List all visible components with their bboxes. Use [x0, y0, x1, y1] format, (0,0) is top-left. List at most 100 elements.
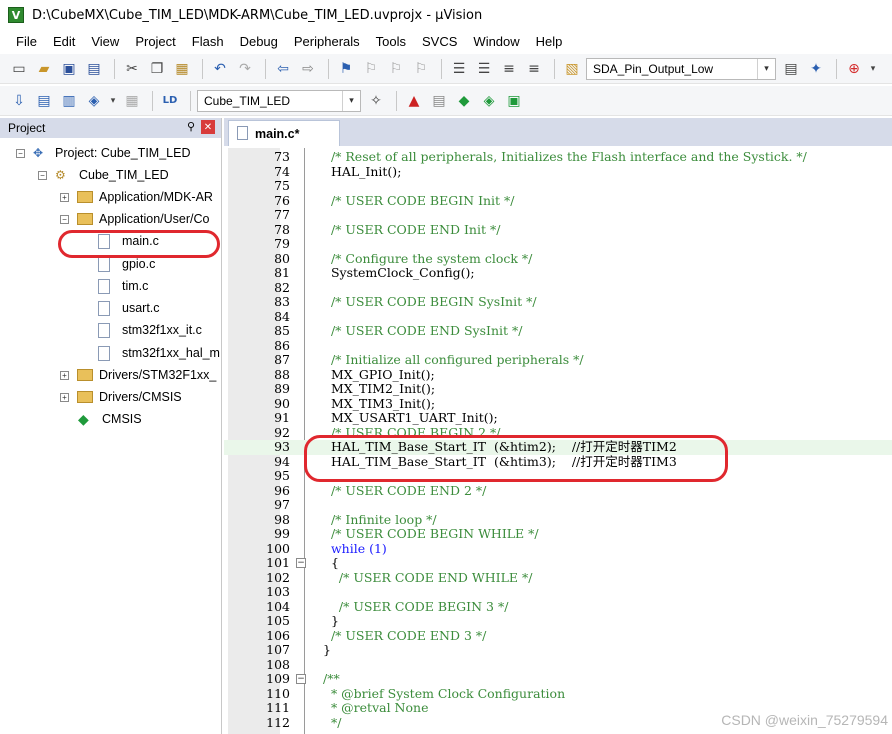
code-line[interactable]: 110 * @brief System Clock Configuration — [224, 686, 892, 702]
manage-project-items-icon[interactable]: ▲ — [403, 90, 425, 112]
code-line[interactable]: 87 /* Initialize all configured peripher… — [224, 352, 892, 368]
dropdown-arrow-icon[interactable]: ▾ — [868, 58, 878, 80]
code-line[interactable]: 77 — [224, 207, 892, 223]
code-line[interactable]: 105 } — [224, 613, 892, 629]
code-line[interactable]: 85 /* USER CODE END SysInit */ — [224, 323, 892, 339]
rebuild-icon[interactable]: ▥ — [58, 90, 80, 112]
new-file-icon[interactable]: ▭ — [8, 58, 30, 80]
debug-session-icon[interactable]: ⊕ — [843, 58, 865, 80]
expand-toggle-icon[interactable]: + — [60, 192, 69, 202]
menu-tools[interactable]: Tools — [368, 34, 414, 49]
navigate-back-icon[interactable]: ⇦ — [272, 58, 294, 80]
tree-item-target[interactable]: − ⚙ Cube_TIM_LED — [38, 164, 169, 186]
menu-debug[interactable]: Debug — [232, 34, 286, 49]
cut-icon[interactable]: ✂ — [121, 58, 143, 80]
clear-bookmarks-icon[interactable]: ⚐ — [410, 58, 432, 80]
code-line[interactable]: 103 — [224, 584, 892, 600]
code-line[interactable]: 73 /* Reset of all peripherals, Initiali… — [224, 149, 892, 165]
collapse-toggle-icon[interactable]: − — [60, 214, 69, 224]
pin-icon[interactable]: ⚲ — [187, 120, 195, 133]
download-icon[interactable]: LD — [159, 90, 181, 112]
code-line[interactable]: 100 while (1) — [224, 541, 892, 557]
unindent-icon[interactable]: ☰ — [473, 58, 495, 80]
menu-view[interactable]: View — [83, 34, 127, 49]
tree-file-stm32f1xx-hal-msp-c[interactable]: stm32f1xx_hal_m — [98, 342, 220, 364]
find-combo[interactable]: SDA_Pin_Output_Low ▾ — [586, 57, 776, 80]
menu-svcs[interactable]: SVCS — [414, 34, 465, 49]
open-folder-icon[interactable]: ▰ — [33, 58, 55, 80]
tree-group-drivers-stm32[interactable]: + Drivers/STM32F1xx_ — [60, 364, 216, 386]
incremental-find-icon[interactable]: ▤ — [780, 58, 802, 80]
comment-icon[interactable]: ≡ — [498, 58, 520, 80]
translate-icon[interactable]: ⇩ — [8, 90, 30, 112]
copy-icon[interactable]: ❐ — [146, 58, 168, 80]
build-icon[interactable]: ▤ — [33, 90, 55, 112]
next-bookmark-icon[interactable]: ⚐ — [385, 58, 407, 80]
code-line[interactable]: 109 /** − — [224, 671, 892, 687]
stop-build-icon[interactable]: ▦ — [121, 90, 143, 112]
fold-toggle-icon[interactable]: − — [296, 674, 306, 684]
save-all-icon[interactable]: ▤ — [83, 58, 105, 80]
code-line[interactable]: 91 MX_USART1_UART_Init(); — [224, 410, 892, 426]
find-in-files-icon[interactable]: ▧ — [561, 58, 583, 80]
code-line[interactable]: 86 — [224, 338, 892, 354]
dropdown-arrow-icon[interactable]: ▾ — [108, 90, 118, 112]
tree-group-application-mdk[interactable]: + Application/MDK-AR — [60, 186, 213, 208]
code-line[interactable]: 101 {− — [224, 555, 892, 571]
chevron-down-icon[interactable]: ▾ — [757, 58, 775, 79]
close-icon[interactable]: ✕ — [201, 120, 215, 134]
tree-file-usart-c[interactable]: usart.c — [98, 297, 160, 319]
menu-edit[interactable]: Edit — [45, 34, 83, 49]
find-icon[interactable]: ✦ — [805, 58, 827, 80]
manage-rte-icon[interactable]: ◆ — [453, 90, 475, 112]
paste-icon[interactable]: ▦ — [171, 58, 193, 80]
menu-peripherals[interactable]: Peripherals — [286, 34, 368, 49]
fold-toggle-icon[interactable]: − — [296, 558, 306, 568]
code-line[interactable]: 108 — [224, 657, 892, 673]
batch-build-icon[interactable]: ◈ — [83, 90, 105, 112]
code-line[interactable]: 75 — [224, 178, 892, 194]
code-line[interactable]: 89 MX_TIM2_Init(); — [224, 381, 892, 397]
indent-icon[interactable]: ☰ — [448, 58, 470, 80]
collapse-toggle-icon[interactable]: − — [38, 170, 47, 180]
code-line[interactable]: 84 — [224, 309, 892, 325]
code-line[interactable]: 107} — [224, 642, 892, 658]
navigate-forward-icon[interactable]: ⇨ — [297, 58, 319, 80]
code-line[interactable]: 97 — [224, 497, 892, 513]
code-line[interactable]: 90 MX_TIM3_Init(); — [224, 396, 892, 412]
menu-flash[interactable]: Flash — [184, 34, 232, 49]
prev-bookmark-icon[interactable]: ⚐ — [360, 58, 382, 80]
tree-group-application-user[interactable]: − Application/User/Co — [60, 208, 209, 230]
code-line[interactable]: 88 MX_GPIO_Init(); — [224, 367, 892, 383]
select-packs-icon[interactable]: ▤ — [428, 90, 450, 112]
code-line[interactable]: 80 /* Configure the system clock */ — [224, 251, 892, 267]
tree-file-stm32f1xx-it-c[interactable]: stm32f1xx_it.c — [98, 319, 202, 341]
redo-icon[interactable]: ↷ — [234, 58, 256, 80]
bookmark-icon[interactable]: ⚑ — [335, 58, 357, 80]
tree-group-drivers-cmsis[interactable]: + Drivers/CMSIS — [60, 386, 182, 408]
chevron-down-icon[interactable]: ▾ — [342, 90, 360, 111]
tree-file-tim-c[interactable]: tim.c — [98, 275, 148, 297]
code-line[interactable]: 99 /* USER CODE BEGIN WHILE */ — [224, 526, 892, 542]
code-line[interactable]: 74 HAL_Init(); — [224, 164, 892, 180]
tree-item-cmsis[interactable]: ◆ CMSIS — [78, 408, 142, 430]
collapse-toggle-icon[interactable]: − — [16, 148, 25, 158]
tab-main-c[interactable]: main.c* — [228, 120, 340, 146]
pack-installer-icon[interactable]: ◈ — [478, 90, 500, 112]
expand-toggle-icon[interactable]: + — [60, 392, 69, 402]
code-line[interactable]: 102 /* USER CODE END WHILE */ — [224, 570, 892, 586]
code-line[interactable]: 104 /* USER CODE BEGIN 3 */ — [224, 599, 892, 615]
code-line[interactable]: 81 SystemClock_Config(); — [224, 265, 892, 281]
undo-icon[interactable]: ↶ — [209, 58, 231, 80]
code-line[interactable]: 98 /* Infinite loop */ — [224, 512, 892, 528]
uncomment-icon[interactable]: ≡ — [523, 58, 545, 80]
code-line[interactable]: 96 /* USER CODE END 2 */ — [224, 483, 892, 499]
target-options-icon[interactable]: ✧ — [365, 90, 387, 112]
menu-help[interactable]: Help — [528, 34, 571, 49]
code-line[interactable]: 79 — [224, 236, 892, 252]
code-line[interactable]: 82 — [224, 280, 892, 296]
code-line[interactable]: 106 /* USER CODE END 3 */ — [224, 628, 892, 644]
code-line[interactable]: 83 /* USER CODE BEGIN SysInit */ — [224, 294, 892, 310]
menu-window[interactable]: Window — [465, 34, 527, 49]
save-icon[interactable]: ▣ — [58, 58, 80, 80]
